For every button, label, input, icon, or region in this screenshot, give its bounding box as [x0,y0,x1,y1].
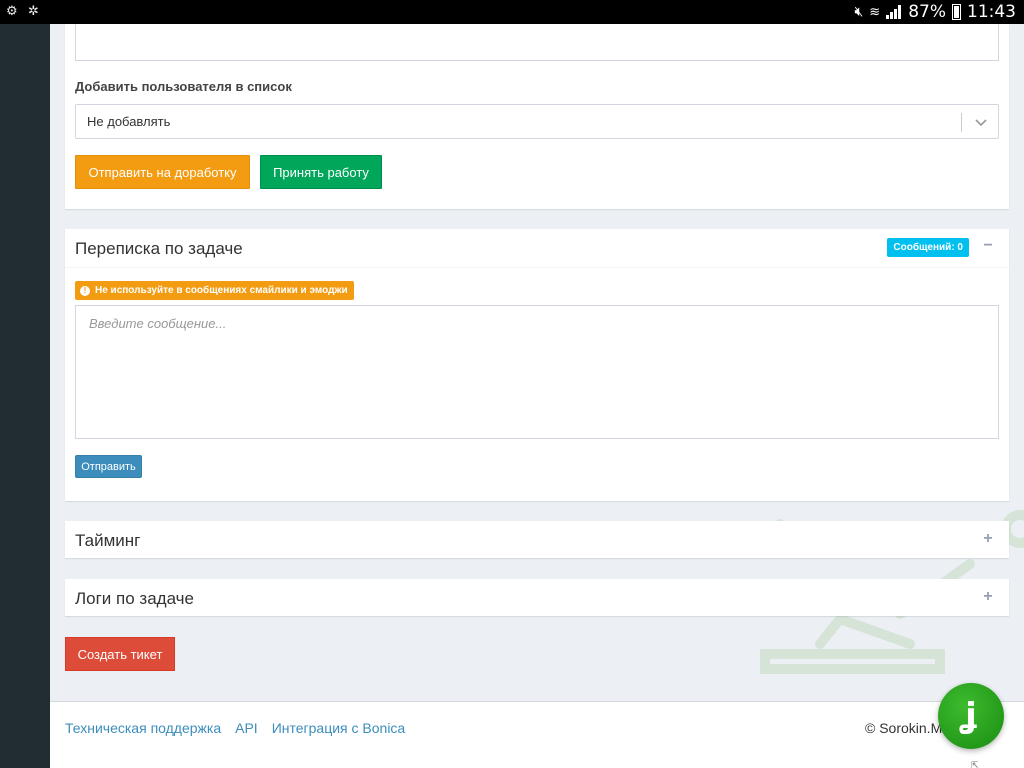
main-content: Добавить пользователя в список Не добавл… [50,24,1024,701]
chat-widget-button[interactable]: ʝ [938,683,1004,749]
bonica-integration-link[interactable]: Интеграция с Bonica [272,720,406,736]
battery-percent: 87% [908,2,946,22]
minus-icon[interactable]: − [981,237,995,255]
footer: Техническая поддержка API Интеграция с B… [50,701,1024,768]
exclamation-icon: ! [80,285,90,296]
accept-work-button[interactable]: Принять работу [260,155,382,189]
messages-count-badge: Сообщений: 0 [887,238,969,257]
correspondence-box: Переписка по задаче Сообщений: 0 − ! Не … [65,229,1009,501]
battery-icon [952,4,961,20]
task-actions-box: Добавить пользователя в список Не добавл… [65,24,1009,209]
add-user-select-value: Не добавлять [87,114,171,129]
api-link[interactable]: API [235,720,258,736]
clock: 11:43 [967,2,1016,22]
add-user-label: Добавить пользователя в список [75,79,292,94]
return-for-revision-button[interactable]: Отправить на доработку [75,155,250,189]
correspondence-title: Переписка по задаче [75,239,243,258]
message-placeholder: Введите сообщение... [89,316,227,331]
bug-icon: ✲ [28,3,39,18]
chat-icon: ʝ [965,696,977,736]
signal-icon [886,5,902,19]
chevron-down-icon[interactable] [975,116,987,128]
resize-handle-icon: ⇱ [971,760,979,768]
logs-title: Логи по задаче [75,589,194,608]
create-ticket-button[interactable]: Создать тикет [65,637,175,671]
logs-box[interactable]: Логи по задаче + [65,579,1009,616]
add-user-select[interactable]: Не добавлять [75,104,999,139]
emoji-warning-label: ! Не используйте в сообщениях смайлики и… [75,281,354,300]
footer-links: Техническая поддержка API Интеграция с B… [65,720,405,736]
usb-icon: ⚙ [6,3,18,18]
android-status-bar: ⚙ ✲ 🔇︎ ≋ 87% 11:43 [0,0,1024,24]
plus-icon[interactable]: + [981,588,995,606]
timing-box[interactable]: Тайминг + [65,521,1009,558]
send-message-button[interactable]: Отправить [75,455,142,478]
support-link[interactable]: Техническая поддержка [65,720,221,736]
correspondence-header: Переписка по задаче Сообщений: 0 − [65,229,1009,268]
comment-textarea[interactable] [75,24,999,61]
mute-icon: 🔇︎ [854,4,864,20]
copyright-text: © Sorokin.Me [865,720,951,736]
sidebar [0,24,50,768]
emoji-warning-text: Не используйте в сообщениях смайлики и э… [95,285,348,296]
wifi-icon: ≋ [869,4,881,20]
plus-icon[interactable]: + [981,530,995,548]
timing-title: Тайминг [75,531,141,550]
message-textarea[interactable]: Введите сообщение... [75,305,999,439]
select-separator [961,113,962,132]
